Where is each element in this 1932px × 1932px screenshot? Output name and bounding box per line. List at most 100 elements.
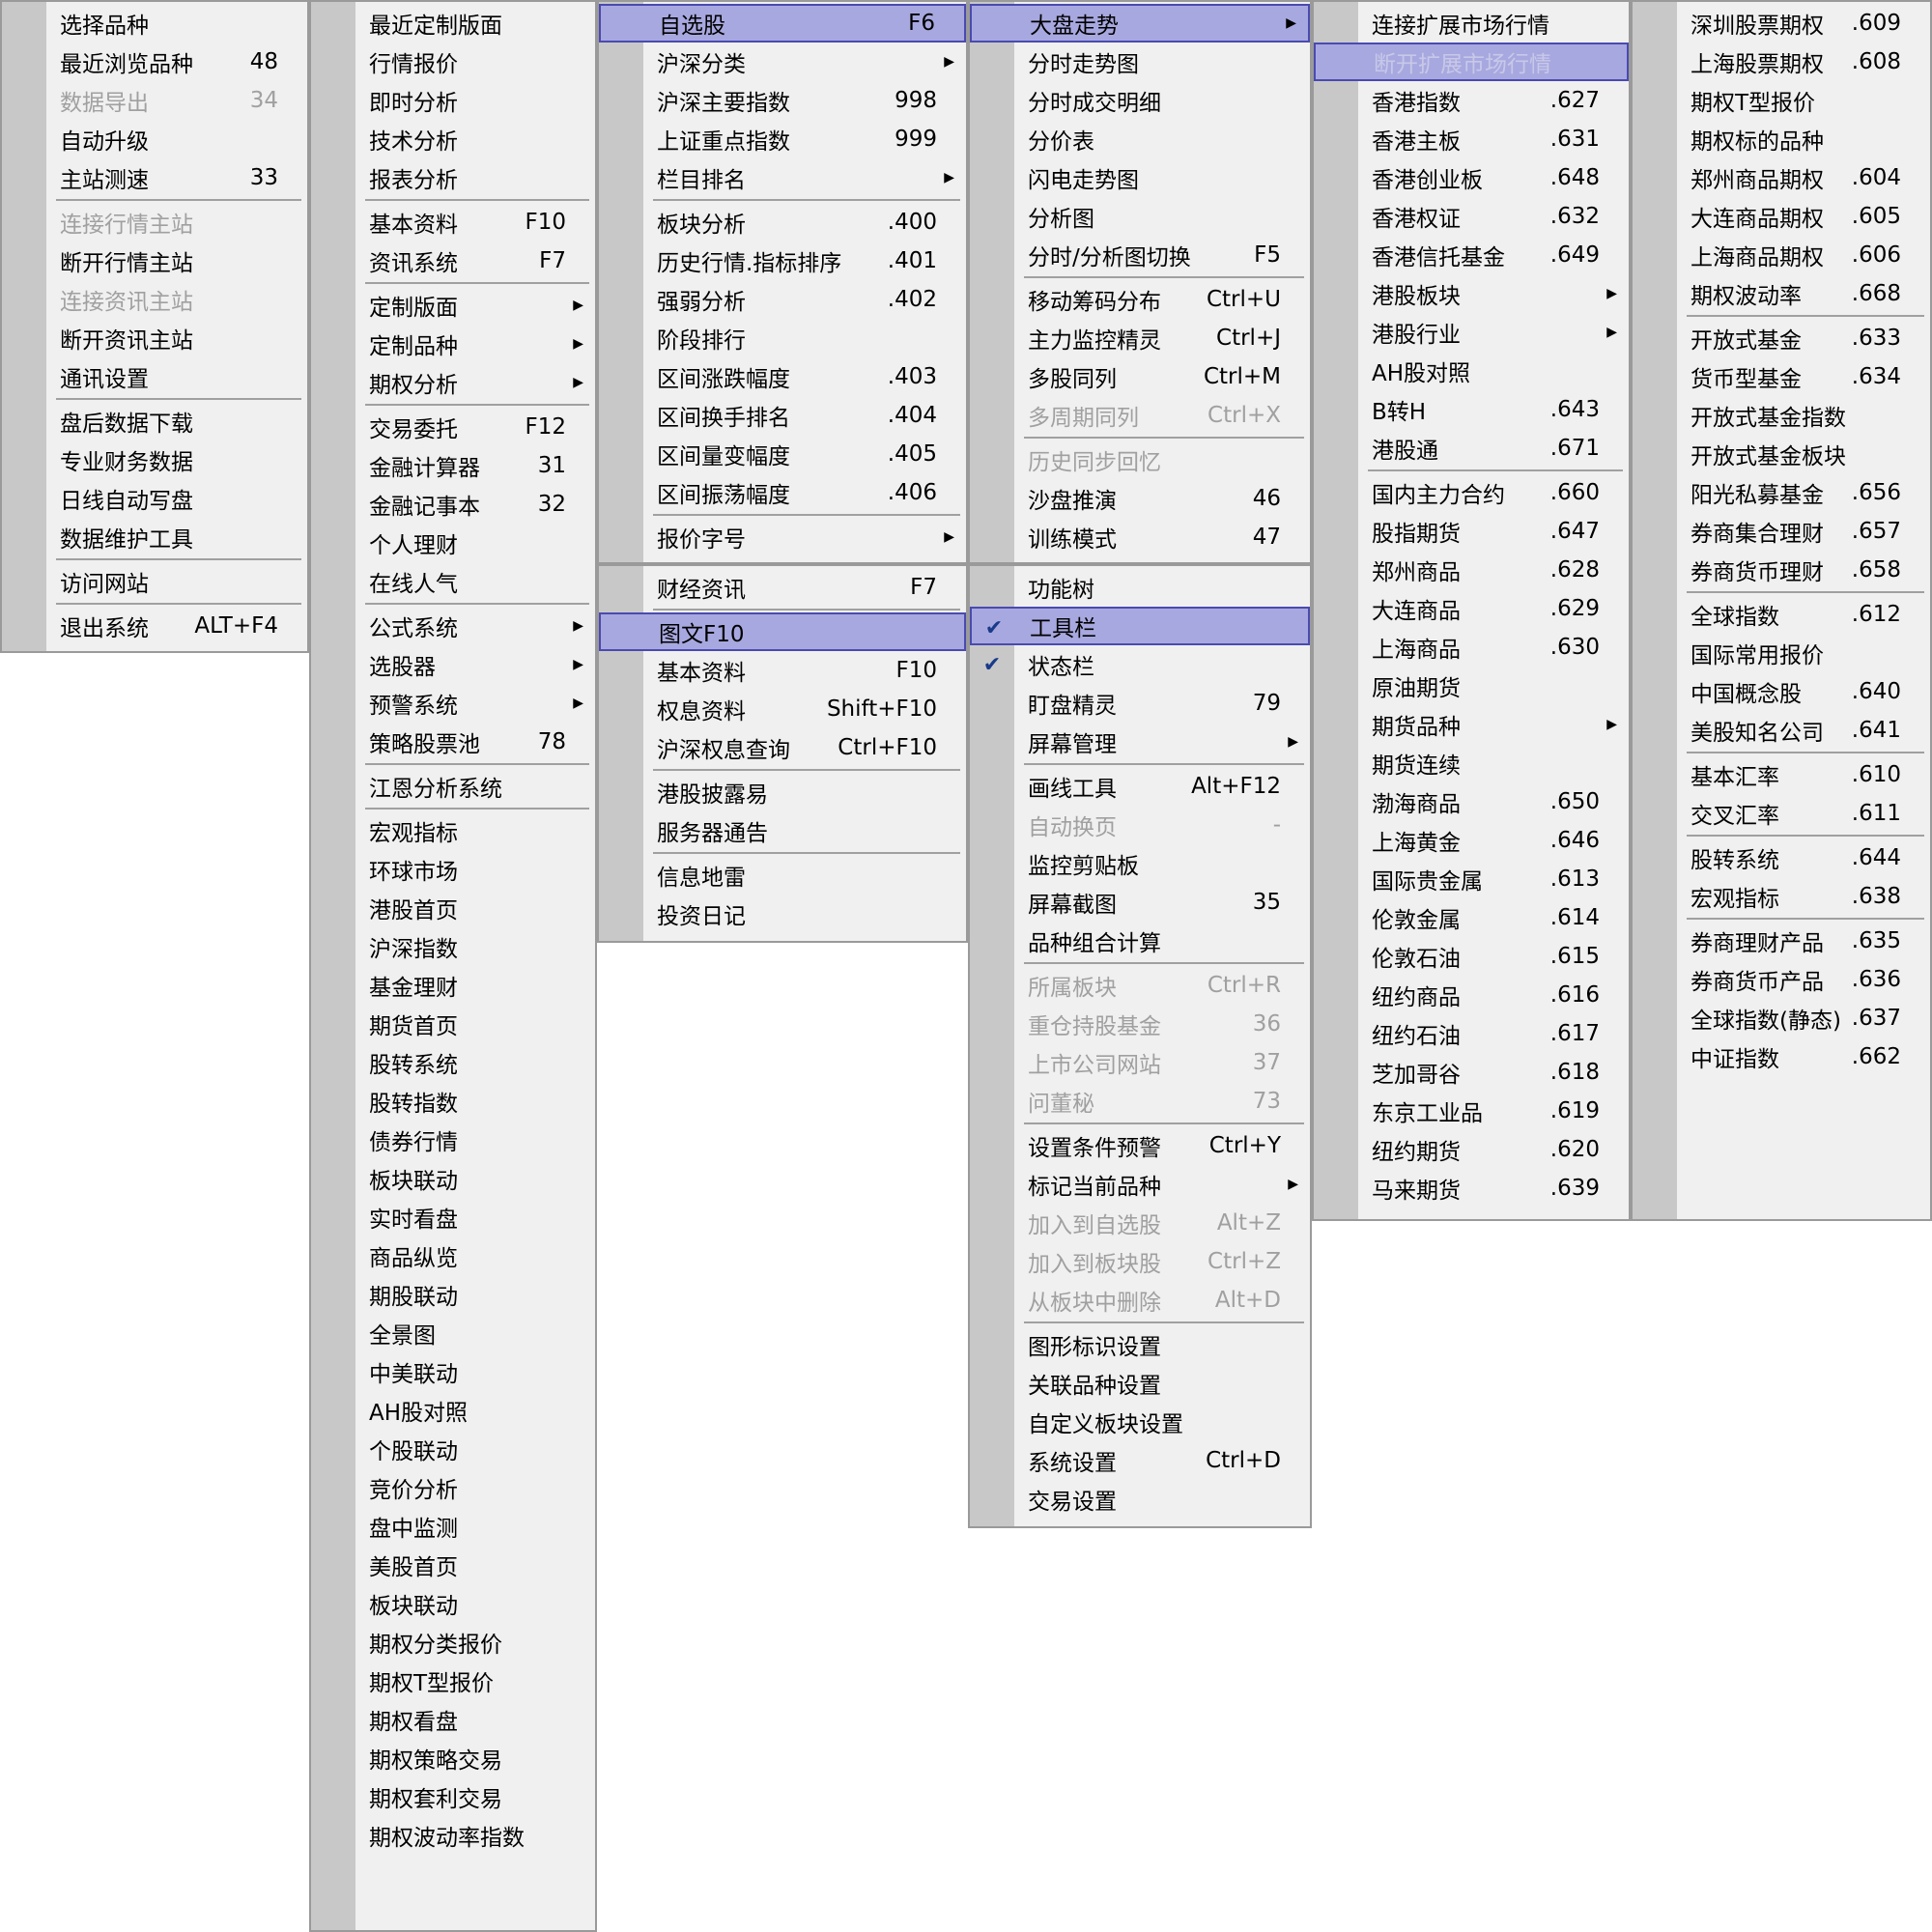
menu-item[interactable]: 技术分析 xyxy=(311,120,595,158)
menu-item[interactable]: 实时看盘 xyxy=(311,1198,595,1236)
menu-item[interactable]: 最近定制版面 xyxy=(311,4,595,43)
menu-item[interactable]: 纽约商品 .616 xyxy=(1314,976,1629,1014)
menu-item[interactable]: 上海黄金 .646 xyxy=(1314,821,1629,860)
menu-item[interactable]: 标记当前品种 ▶ xyxy=(970,1165,1310,1204)
menu-item[interactable]: 沪深权息查询 Ctrl+F10 xyxy=(599,728,966,767)
menu-item[interactable]: 访问网站 xyxy=(2,562,307,601)
menu-item[interactable]: 期权波动率指数 xyxy=(311,1816,595,1855)
menu-item[interactable]: 股转系统 .644 xyxy=(1633,838,1930,877)
menu-item[interactable]: 闪电走势图 xyxy=(970,158,1310,197)
menu-item[interactable]: 专业财务数据 xyxy=(2,440,307,479)
menu-item[interactable]: 期权T型报价 xyxy=(311,1662,595,1700)
menu-item[interactable]: 盘后数据下载 xyxy=(2,402,307,440)
menu-item[interactable]: 板块联动 xyxy=(311,1584,595,1623)
menu-item[interactable]: 金融记事本 32 xyxy=(311,485,595,524)
menu-item[interactable]: 沪深分类 ▶ xyxy=(599,43,966,81)
menu-item[interactable]: 原油期货 xyxy=(1314,667,1629,705)
menu-item[interactable]: 上海商品期权 .606 xyxy=(1633,236,1930,274)
menu-item[interactable]: 盯盘精灵 79 xyxy=(970,684,1310,723)
menu-item[interactable]: 服务器通告 xyxy=(599,811,966,850)
menu-item[interactable]: 港股行业 ▶ xyxy=(1314,313,1629,352)
menu-item[interactable]: 券商理财产品 .635 xyxy=(1633,922,1930,960)
menu-item[interactable]: 全球指数 .612 xyxy=(1633,595,1930,634)
menu-item[interactable]: 阳光私募基金 .656 xyxy=(1633,473,1930,512)
menu-item[interactable]: 纽约期货 .620 xyxy=(1314,1130,1629,1169)
menu-item[interactable]: 上海商品 .630 xyxy=(1314,628,1629,667)
menu-item[interactable]: 交易委托 F12 xyxy=(311,408,595,446)
menu-item[interactable]: 分析图 xyxy=(970,197,1310,236)
menu-item[interactable]: 香港主板 .631 xyxy=(1314,120,1629,158)
menu-item[interactable]: 股指期货 .647 xyxy=(1314,512,1629,551)
menu-item[interactable]: 香港权证 .632 xyxy=(1314,197,1629,236)
menu-item[interactable]: 最近浏览品种 48 xyxy=(2,43,307,81)
menu-item[interactable]: 美股知名公司 .641 xyxy=(1633,711,1930,750)
menu-item[interactable]: 沪深主要指数 998 xyxy=(599,81,966,120)
menu-item[interactable]: 期股联动 xyxy=(311,1275,595,1314)
menu-item[interactable]: 纽约石油 .617 xyxy=(1314,1014,1629,1053)
menu-item[interactable]: 港股首页 xyxy=(311,889,595,927)
menu-item[interactable]: 全景图 xyxy=(311,1314,595,1352)
menu-item[interactable]: 区间振荡幅度 .406 xyxy=(599,473,966,512)
menu-item[interactable]: 功能树 xyxy=(970,568,1310,607)
menu-item[interactable]: 大连商品期权 .605 xyxy=(1633,197,1930,236)
menu-item[interactable]: 国内主力合约 .660 xyxy=(1314,473,1629,512)
menu-item[interactable]: 期权看盘 xyxy=(311,1700,595,1739)
menu-item[interactable]: 郑州商品 .628 xyxy=(1314,551,1629,589)
menu-item[interactable]: ✔ 状态栏 xyxy=(970,645,1310,684)
menu-item[interactable]: 断开资讯主站 xyxy=(2,319,307,357)
menu-item[interactable]: 权息资料 Shift+F10 xyxy=(599,690,966,728)
menu-item[interactable]: 图形标识设置 xyxy=(970,1325,1310,1364)
menu-item[interactable]: 自选股 F6 xyxy=(599,4,966,43)
menu-item[interactable]: 品种组合计算 xyxy=(970,922,1310,960)
menu-item[interactable]: 连接扩展市场行情 xyxy=(1314,4,1629,43)
menu-item[interactable]: 系统设置 Ctrl+D xyxy=(970,1441,1310,1480)
menu-item[interactable]: 江恩分析系统 xyxy=(311,767,595,806)
menu-item[interactable]: 通讯设置 xyxy=(2,357,307,396)
menu-item[interactable]: 中证指数 .662 xyxy=(1633,1037,1930,1076)
menu-item[interactable]: 阶段排行 xyxy=(599,319,966,357)
menu-item[interactable]: 股转系统 xyxy=(311,1043,595,1082)
menu-item[interactable]: 自定义板块设置 xyxy=(970,1403,1310,1441)
menu-item[interactable]: 屏幕管理 ▶ xyxy=(970,723,1310,761)
menu-item[interactable]: 即时分析 xyxy=(311,81,595,120)
menu-item[interactable]: 个人理财 xyxy=(311,524,595,562)
menu-item[interactable]: 期权分类报价 xyxy=(311,1623,595,1662)
menu-item[interactable]: 基本资料 F10 xyxy=(599,651,966,690)
menu-item[interactable]: 日线自动写盘 xyxy=(2,479,307,518)
menu-item[interactable]: 行情报价 xyxy=(311,43,595,81)
menu-item[interactable]: 香港创业板 .648 xyxy=(1314,158,1629,197)
menu-item[interactable]: 定制版面 ▶ xyxy=(311,286,595,325)
menu-item[interactable]: 报表分析 xyxy=(311,158,595,197)
menu-item[interactable]: 期权T型报价 xyxy=(1633,81,1930,120)
menu-item[interactable]: 投资日记 xyxy=(599,895,966,933)
menu-item[interactable]: 分时成交明细 xyxy=(970,81,1310,120)
menu-item[interactable]: 中美联动 xyxy=(311,1352,595,1391)
menu-item[interactable]: 宏观指标 .638 xyxy=(1633,877,1930,916)
menu-item[interactable]: 分价表 xyxy=(970,120,1310,158)
menu-item[interactable]: 债券行情 xyxy=(311,1121,595,1159)
menu-item[interactable]: 图文F10 xyxy=(599,612,966,651)
menu-item[interactable]: 监控剪贴板 xyxy=(970,844,1310,883)
menu-item[interactable]: 自动升级 xyxy=(2,120,307,158)
menu-item[interactable]: 策略股票池 78 xyxy=(311,723,595,761)
menu-item[interactable]: 中国概念股 .640 xyxy=(1633,672,1930,711)
menu-item[interactable]: 开放式基金指数 xyxy=(1633,396,1930,435)
menu-item[interactable]: AH股对照 xyxy=(311,1391,595,1430)
menu-item[interactable]: 期权策略交易 xyxy=(311,1739,595,1777)
menu-item[interactable]: 期权标的品种 xyxy=(1633,120,1930,158)
menu-item[interactable]: 全球指数(静态) .637 xyxy=(1633,999,1930,1037)
menu-item[interactable]: 关联品种设置 xyxy=(970,1364,1310,1403)
menu-item[interactable]: 主力监控精灵 Ctrl+J xyxy=(970,319,1310,357)
menu-item[interactable]: 屏幕截图 35 xyxy=(970,883,1310,922)
menu-item[interactable]: 大盘走势 ▶ xyxy=(970,4,1310,43)
menu-item[interactable]: 分时/分析图切换 F5 xyxy=(970,236,1310,274)
menu-item[interactable]: 交叉汇率 .611 xyxy=(1633,794,1930,833)
menu-item[interactable]: 上证重点指数 999 xyxy=(599,120,966,158)
menu-item[interactable]: 报价字号 ▶ xyxy=(599,518,966,556)
menu-item[interactable]: 期货首页 xyxy=(311,1005,595,1043)
menu-item[interactable]: 设置条件预警 Ctrl+Y xyxy=(970,1126,1310,1165)
menu-item[interactable]: 栏目排名 ▶ xyxy=(599,158,966,197)
menu-item[interactable]: 区间换手排名 .404 xyxy=(599,396,966,435)
menu-item[interactable]: 股转指数 xyxy=(311,1082,595,1121)
menu-item[interactable]: 国际贵金属 .613 xyxy=(1314,860,1629,898)
